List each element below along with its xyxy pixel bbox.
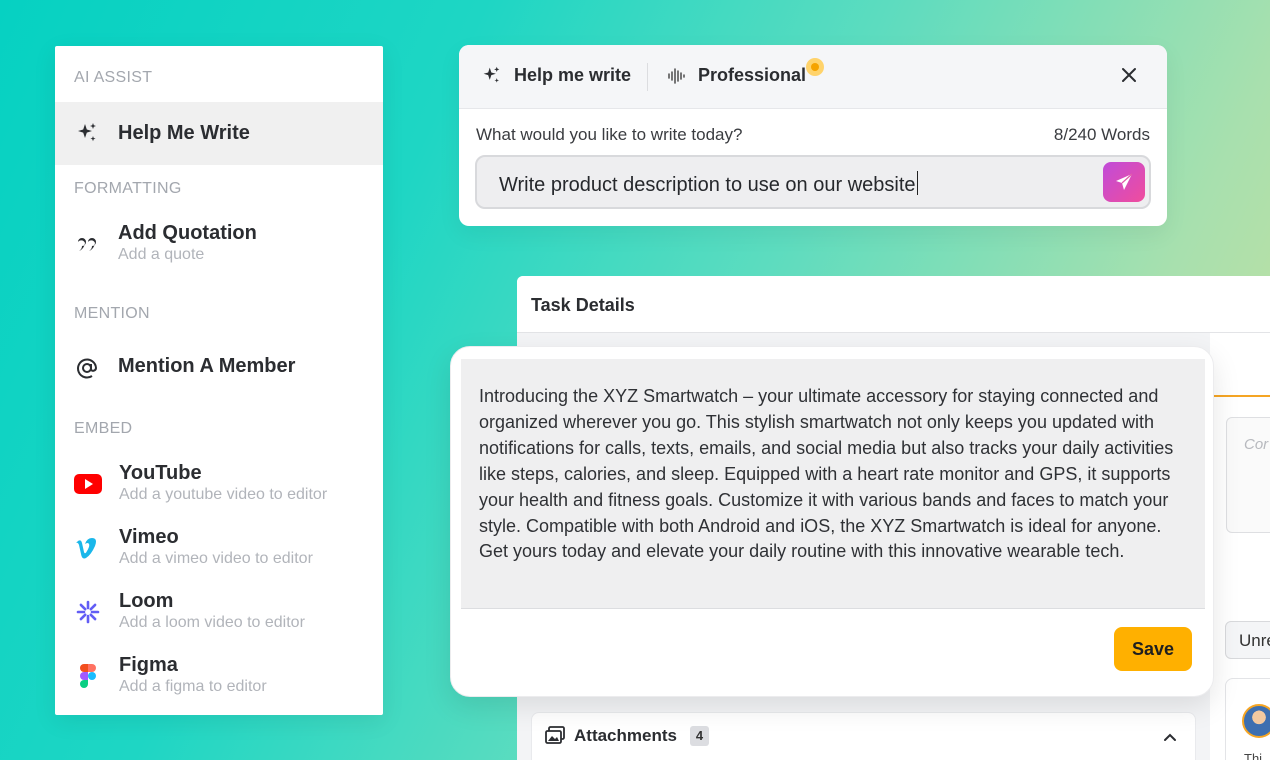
status-select-value: Unre [1239,631,1270,650]
menu-item-youtube[interactable]: YouTube Add a youtube video to editor [55,454,383,514]
menu-item-subtitle: Add a figma to editor [119,678,267,695]
attachments-section[interactable]: Attachments 4 [531,712,1196,760]
tone-label: Professional [698,65,807,85]
figma-icon [76,664,100,688]
mode-label: Help me write [514,65,632,85]
menu-item-subtitle: Add a vimeo video to editor [119,550,313,567]
panel-toolbar: Help me write Professional [459,45,1167,109]
prompt-input-value[interactable]: Write product description to use on our … [499,171,919,197]
quote-icon [75,232,99,256]
mode-selector[interactable]: Help me write [481,65,631,86]
toolbar-divider [647,63,648,91]
gallery-icon [545,726,565,749]
generated-text: Introducing the XYZ Smartwatch – your ul… [479,386,1174,562]
at-icon [75,356,99,380]
generated-text-area[interactable]: Introducing the XYZ Smartwatch – your ul… [461,359,1205,609]
menu-item-mention-member[interactable]: Mention A Member [55,344,383,392]
chevron-up-icon[interactable] [1163,729,1177,747]
section-mention: MENTION [74,305,150,322]
section-formatting: FORMATTING [74,180,182,197]
sparkles-icon [481,65,502,86]
send-button[interactable] [1103,162,1145,202]
sparkles-icon [75,121,99,145]
menu-item-title: Help Me Write [118,122,250,144]
assignee-caption: Thi [1244,751,1263,760]
menu-item-subtitle: Add a youtube video to editor [119,486,328,503]
menu-item-title: YouTube [119,462,202,484]
menu-item-add-quotation[interactable]: Add Quotation Add a quote [55,212,383,272]
generated-text-card: Introducing the XYZ Smartwatch – your ul… [450,346,1214,697]
assignee-card[interactable]: Thi [1225,678,1270,760]
send-icon [1114,172,1134,192]
menu-item-help-me-write[interactable]: Help Me Write [55,102,383,165]
active-tab-indicator [1210,395,1270,397]
loom-icon [76,600,100,624]
menu-item-vimeo[interactable]: Vimeo Add a vimeo video to editor [55,518,383,578]
notification-dot [806,58,824,76]
section-embed: EMBED [74,420,133,437]
section-ai-assist: AI ASSIST [74,69,153,86]
menu-item-loom[interactable]: Loom Add a loom video to editor [55,582,383,642]
menu-item-title: Vimeo [119,526,179,548]
comment-input[interactable]: Cor [1226,417,1270,533]
save-button[interactable]: Save [1114,627,1192,671]
tone-selector[interactable]: Professional [668,65,806,86]
menu-item-title: Figma [119,654,178,676]
vimeo-icon [75,536,99,560]
menu-item-subtitle: Add a loom video to editor [119,614,305,631]
task-sidebar: Cor Unre Thi [1210,333,1270,760]
text-caret [916,171,919,195]
menu-item-title: Loom [119,590,174,612]
waveform-icon [668,67,686,84]
command-menu: AI ASSIST Help Me Write FORMATTING Add Q… [55,46,383,715]
menu-item-title: Add Quotation [118,222,257,244]
attachments-count-badge: 4 [690,726,709,746]
task-title: Task Details [531,295,635,315]
prompt-label: What would you like to write today? [476,125,743,144]
attachments-label: Attachments [574,726,677,745]
status-select[interactable]: Unre [1225,621,1270,659]
comment-placeholder: Cor [1244,436,1269,453]
prompt-input[interactable]: Write product description to use on our … [475,155,1151,209]
help-me-write-panel: Help me write Professional What would yo… [459,45,1167,226]
task-header: Task Details [517,276,1270,333]
avatar [1242,704,1270,738]
menu-item-subtitle: Add a quote [118,246,205,263]
youtube-icon [74,472,102,496]
menu-item-title: Mention A Member [118,355,296,377]
word-count: 8/240 Words [1053,125,1150,144]
menu-item-figma[interactable]: Figma Add a figma to editor [55,646,383,706]
close-icon [1121,67,1137,83]
close-button[interactable] [1115,61,1143,89]
